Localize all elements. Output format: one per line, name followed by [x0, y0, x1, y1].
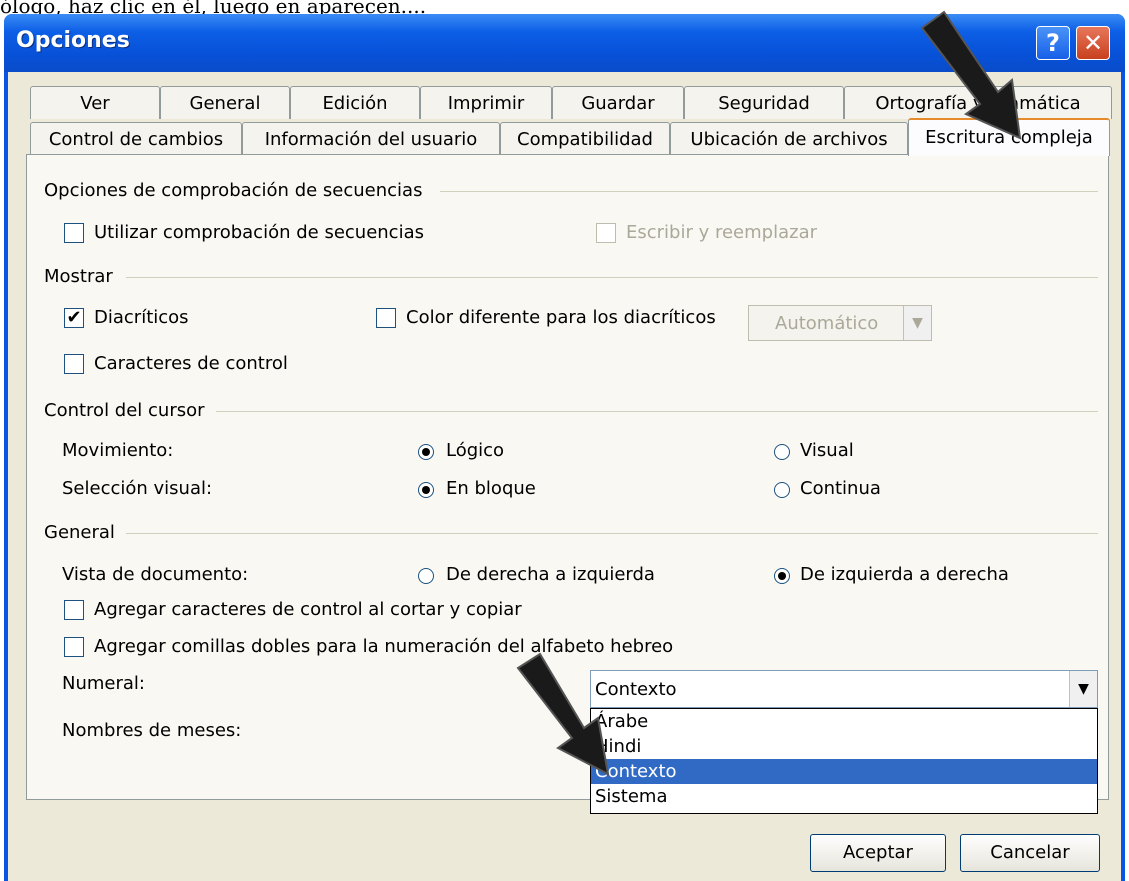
- tab-imprimir[interactable]: Imprimir: [420, 86, 552, 119]
- chevron-down-icon[interactable]: ▼: [1069, 671, 1097, 707]
- numeral-label: Numeral:: [62, 673, 145, 694]
- tab-edicion[interactable]: Edición: [290, 86, 420, 119]
- tab-control-cambios[interactable]: Control de cambios: [30, 122, 242, 155]
- diacriticos-checkbox[interactable]: ✔: [64, 308, 84, 328]
- numeral-dropdown-list: Árabe Hindi Contexto Sistema: [590, 708, 1098, 814]
- diacriticos-label: Diacríticos: [94, 307, 189, 328]
- agregar-control-label: Agregar caracteres de control al cortar …: [94, 599, 522, 620]
- bloque-radio[interactable]: [418, 482, 434, 498]
- escribir-checkbox: [596, 223, 616, 243]
- agregar-control-checkbox[interactable]: [64, 600, 84, 620]
- group-general-title: General: [44, 522, 115, 543]
- tab-informacion-usuario[interactable]: Información del usuario: [242, 122, 500, 155]
- utilizar-checkbox[interactable]: [64, 223, 84, 243]
- tab-compatibilidad[interactable]: Compatibilidad: [500, 122, 670, 155]
- group-cursor-title: Control del cursor: [44, 400, 205, 421]
- izq-der-radio[interactable]: [774, 568, 790, 584]
- continua-radio[interactable]: [774, 482, 790, 498]
- group-secuencias-title: Opciones de comprobación de secuencias: [44, 180, 423, 201]
- izq-der-label: De izquierda a derecha: [800, 564, 1009, 585]
- tab-ver[interactable]: Ver: [30, 86, 160, 119]
- annotation-arrow-icon: [920, 10, 1022, 140]
- tab-guardar[interactable]: Guardar: [552, 86, 684, 119]
- tab-general[interactable]: General: [160, 86, 290, 119]
- bloque-label: En bloque: [446, 478, 536, 499]
- tab-seguridad[interactable]: Seguridad: [684, 86, 844, 119]
- agregar-comillas-checkbox[interactable]: [64, 637, 84, 657]
- logico-radio[interactable]: [418, 444, 434, 460]
- visual-label: Visual: [800, 440, 854, 461]
- close-button[interactable]: ✕: [1076, 26, 1110, 60]
- seleccion-label: Selección visual:: [62, 478, 213, 499]
- caracteres-label: Caracteres de control: [94, 353, 288, 374]
- group-divider: [126, 533, 1098, 534]
- caracteres-checkbox[interactable]: [64, 354, 84, 374]
- der-izq-radio[interactable]: [418, 568, 434, 584]
- continua-label: Continua: [800, 478, 881, 499]
- movimiento-label: Movimiento:: [62, 440, 174, 461]
- list-item[interactable]: Contexto: [591, 759, 1097, 784]
- list-item[interactable]: Árabe: [591, 709, 1097, 734]
- visual-radio[interactable]: [774, 444, 790, 460]
- group-divider: [126, 277, 1098, 278]
- check-icon: ✔: [66, 307, 82, 328]
- meses-label: Nombres de meses:: [62, 720, 242, 741]
- logico-label: Lógico: [446, 440, 505, 461]
- group-divider: [440, 191, 1098, 192]
- color-label: Color diferente para los diacríticos: [406, 307, 716, 328]
- cancelar-button[interactable]: Cancelar: [960, 834, 1100, 872]
- list-item[interactable]: Hindi: [591, 734, 1097, 759]
- der-izq-label: De derecha a izquierda: [446, 564, 655, 585]
- color-combo: Automático ▼: [748, 305, 932, 341]
- utilizar-label: Utilizar comprobación de secuencias: [94, 222, 424, 243]
- annotation-arrow-icon: [516, 652, 610, 776]
- group-divider: [216, 411, 1098, 412]
- close-icon: ✕: [1082, 29, 1104, 57]
- color-combo-value: Automático: [775, 313, 879, 334]
- list-item[interactable]: Sistema: [591, 784, 1097, 809]
- escribir-label: Escribir y reemplazar: [626, 222, 817, 243]
- color-checkbox[interactable]: [376, 308, 396, 328]
- aceptar-button[interactable]: Aceptar: [810, 834, 946, 872]
- dialog-title: Opciones: [16, 28, 130, 53]
- tab-ubicacion-archivos[interactable]: Ubicación de archivos: [670, 122, 908, 155]
- vista-label: Vista de documento:: [62, 564, 249, 585]
- chevron-down-icon: ▼: [903, 306, 931, 340]
- group-mostrar-title: Mostrar: [44, 266, 113, 287]
- numeral-combo[interactable]: Contexto ▼: [590, 670, 1098, 708]
